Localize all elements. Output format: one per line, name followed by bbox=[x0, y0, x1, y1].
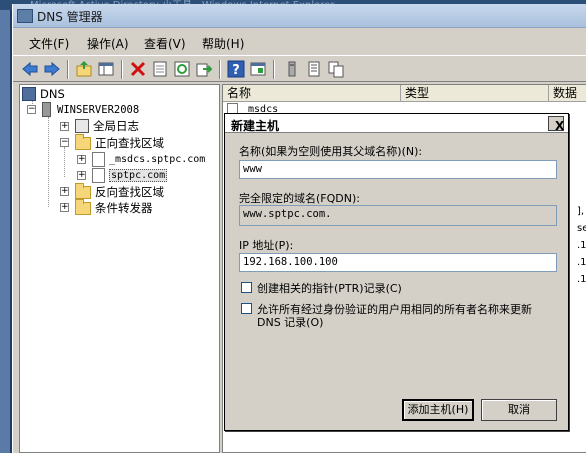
refresh-icon[interactable] bbox=[173, 60, 191, 78]
zone-file-icon bbox=[92, 152, 105, 167]
dialog-titlebar[interactable]: 新建主机 X bbox=[225, 114, 568, 133]
toolbar: ? bbox=[13, 55, 586, 82]
fqdn-label: 完全限定的域名(FQDN): bbox=[239, 192, 360, 205]
folder-icon bbox=[75, 198, 91, 215]
dialog-title: 新建主机 bbox=[231, 119, 280, 133]
delete-icon[interactable] bbox=[129, 60, 147, 78]
tree-node-forward-zones[interactable]: 正向查找区域 bbox=[75, 133, 164, 151]
menu-file[interactable]: 文件(F) bbox=[29, 35, 69, 52]
server-icon bbox=[42, 102, 51, 117]
dns-root-icon bbox=[22, 87, 36, 101]
list-cell-data: .10 bbox=[577, 240, 586, 251]
menu-help[interactable]: 帮助(H) bbox=[202, 35, 244, 52]
copy-icon[interactable] bbox=[327, 60, 345, 78]
tree-expand-global-log[interactable]: + bbox=[60, 122, 69, 131]
console-tree[interactable]: DNS − WINSERVER2008 + 全局日志 − 正向查找区域 + _m… bbox=[19, 84, 220, 453]
close-icon: X bbox=[555, 119, 565, 133]
add-host-button[interactable]: 添加主机(H) bbox=[402, 399, 474, 421]
show-hide-tree-icon[interactable] bbox=[97, 60, 115, 78]
new-host-dialog: 新建主机 X 名称(如果为空则使用其父域名称)(N): www 完全限定的域名(… bbox=[224, 113, 569, 431]
name-label: 名称(如果为空则使用其父域名称)(N): bbox=[239, 145, 423, 158]
tree-node-conditional-forwarders[interactable]: 条件转发器 bbox=[75, 198, 153, 216]
server-icon[interactable] bbox=[283, 60, 301, 78]
list-cell-data: se bbox=[577, 223, 586, 234]
menu-view[interactable]: 查看(V) bbox=[144, 35, 186, 52]
window-titlebar[interactable]: DNS 管理器 bbox=[13, 4, 586, 28]
background-window-edge bbox=[0, 10, 12, 453]
folder-icon bbox=[75, 182, 91, 199]
dialog-close-button[interactable]: X bbox=[548, 116, 565, 133]
tree-collapse-server[interactable]: − bbox=[27, 105, 36, 114]
list-cell-data: .10 bbox=[577, 274, 586, 285]
forward-icon[interactable] bbox=[43, 60, 61, 78]
tree-expand-reverse-zones[interactable]: + bbox=[60, 187, 69, 196]
menubar: 文件(F) 操作(A) 查看(V) 帮助(H) bbox=[13, 32, 586, 54]
cancel-button[interactable]: 取消 bbox=[481, 399, 557, 421]
log-icon bbox=[75, 119, 89, 133]
column-header-name[interactable]: 名称 bbox=[223, 85, 401, 102]
tree-node-dns[interactable]: DNS bbox=[22, 87, 65, 101]
help-icon[interactable]: ? bbox=[227, 60, 245, 78]
tree-expand-conditional-forwarders[interactable]: + bbox=[60, 203, 69, 212]
create-ptr-label: 创建相关的指针(PTR)记录(C) bbox=[257, 282, 402, 295]
tree-node-sptpc-zone[interactable]: sptpc.com bbox=[92, 168, 168, 183]
create-ptr-checkbox[interactable] bbox=[241, 282, 252, 293]
name-input[interactable]: www bbox=[239, 160, 557, 179]
tree-collapse-forward-zones[interactable]: − bbox=[60, 138, 69, 147]
column-header-type[interactable]: 类型 bbox=[401, 85, 549, 102]
ip-address-input[interactable]: 192.168.100.100 bbox=[239, 253, 557, 272]
tree-node-reverse-zones[interactable]: 反向查找区域 bbox=[75, 182, 164, 200]
list-cell-data: .10 bbox=[577, 257, 586, 268]
folder-icon bbox=[75, 133, 91, 150]
export-icon[interactable] bbox=[195, 60, 213, 78]
ip-address-label: IP 地址(P): bbox=[239, 239, 294, 252]
tree-expand-sptpc[interactable]: + bbox=[77, 171, 86, 180]
tree-node-msdcs-zone[interactable]: _msdcs.sptpc.com bbox=[92, 152, 205, 167]
console-icon[interactable] bbox=[249, 60, 267, 78]
zone-file-icon bbox=[92, 168, 105, 183]
tree-node-global-log[interactable]: 全局日志 bbox=[75, 118, 139, 134]
dns-app-icon bbox=[17, 9, 33, 23]
allow-auth-users-update-label-line2: DNS 记录(O) bbox=[257, 316, 324, 329]
tree-expand-msdcs[interactable]: + bbox=[77, 155, 86, 164]
svg-text:?: ? bbox=[232, 63, 240, 78]
up-folder-icon[interactable] bbox=[75, 60, 93, 78]
allow-auth-users-update-checkbox[interactable] bbox=[241, 303, 252, 314]
properties-icon[interactable] bbox=[151, 60, 169, 78]
window-title: DNS 管理器 bbox=[37, 10, 103, 24]
list-icon[interactable] bbox=[305, 60, 323, 78]
fqdn-field: www.sptpc.com. bbox=[239, 205, 557, 226]
column-header-data[interactable]: 数据 bbox=[549, 85, 586, 102]
menu-action[interactable]: 操作(A) bbox=[87, 35, 129, 52]
list-cell-data: ], bbox=[577, 206, 585, 217]
tree-node-server[interactable]: WINSERVER2008 bbox=[42, 102, 139, 117]
back-icon[interactable] bbox=[21, 60, 39, 78]
